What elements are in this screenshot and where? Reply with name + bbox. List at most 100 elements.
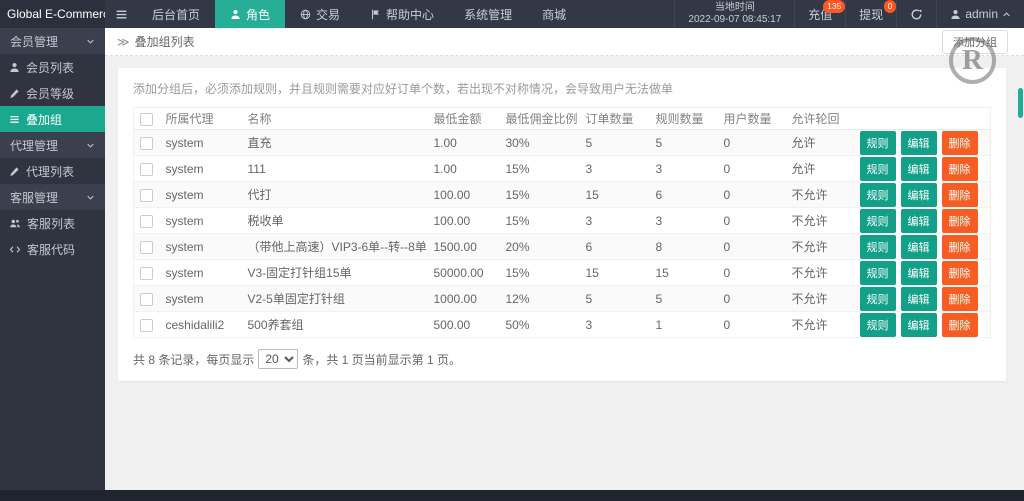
row-checkbox[interactable] (140, 292, 154, 306)
edit-button[interactable]: 编辑 (900, 260, 937, 285)
local-time: 当地时间 2022-09-07 08:45:17 (674, 0, 794, 28)
edit-button[interactable]: 编辑 (900, 182, 937, 207)
cell-orders: 3 (579, 311, 650, 338)
row-checkbox[interactable] (140, 188, 154, 202)
cell-min-amount: 1.00 (427, 155, 500, 182)
sidebar-group-header[interactable]: 会员管理 (0, 28, 105, 54)
delete-button[interactable]: 删除 (941, 182, 978, 207)
cell-orders: 5 (579, 129, 650, 156)
per-page-select[interactable]: 20 (258, 349, 299, 369)
recharge-button[interactable]: 充值 135 (794, 0, 846, 28)
sidebar-item[interactable]: 叠加组 (0, 106, 105, 132)
row-checkbox[interactable] (140, 136, 154, 150)
cell-min-amount: 1.00 (427, 129, 500, 156)
topbar-nav-item[interactable]: 后台首页 (137, 0, 215, 28)
delete-button[interactable]: 删除 (941, 130, 978, 155)
local-time-value: 2022-09-07 08:45:17 (688, 14, 782, 25)
rule-button[interactable]: 规则 (859, 286, 896, 311)
delete-button[interactable]: 删除 (941, 234, 978, 259)
sidebar-item[interactable]: 代理列表 (0, 158, 105, 184)
cell-agent: system (159, 259, 242, 286)
sidebar-item-label: 叠加组 (26, 112, 63, 127)
row-checkbox[interactable] (140, 214, 154, 228)
column-header: 规则数量 (649, 107, 718, 130)
sidebar-group-header[interactable]: 客服管理 (0, 184, 105, 210)
hamburger-menu-icon[interactable] (105, 0, 137, 28)
edit-button[interactable]: 编辑 (900, 234, 937, 259)
cell-users: 0 (717, 129, 786, 156)
scrollbar-thumb[interactable] (1018, 88, 1023, 118)
person-icon (950, 9, 961, 20)
sidebar-item[interactable]: 客服列表 (0, 210, 105, 236)
rule-button[interactable]: 规则 (859, 182, 896, 207)
sidebar-item[interactable]: 会员等级 (0, 80, 105, 106)
chevron-up-icon (1002, 10, 1011, 19)
local-time-label: 当地时间 (714, 1, 755, 13)
cell-orders: 15 (579, 259, 650, 286)
cell-users: 0 (717, 311, 786, 338)
edit-button[interactable]: 编辑 (900, 286, 937, 311)
cell-users: 0 (717, 259, 786, 286)
delete-button[interactable]: 删除 (941, 260, 978, 285)
sidebar-item[interactable]: 客服代码 (0, 236, 105, 262)
delete-button[interactable]: 删除 (941, 208, 978, 233)
cell-agent: system (159, 181, 242, 208)
sidebar-item-label: 客服列表 (27, 216, 76, 231)
refresh-button[interactable] (896, 0, 936, 28)
cell-orders: 3 (579, 207, 650, 234)
rule-button[interactable]: 规则 (859, 156, 896, 181)
sidebar-item-label: 代理列表 (26, 164, 75, 179)
topbar-nav-item[interactable]: 商城 (527, 0, 581, 28)
rule-button[interactable]: 规则 (859, 208, 896, 233)
delete-button[interactable]: 删除 (941, 156, 978, 181)
rule-button[interactable]: 规则 (859, 260, 896, 285)
nav-item-label: 商城 (542, 7, 567, 22)
cell-min-amount: 1000.00 (427, 285, 500, 312)
user-menu[interactable]: admin (936, 0, 1024, 28)
app-logo: Global E-Commerce... (0, 0, 105, 28)
withdraw-button[interactable]: 提现 0 (845, 0, 897, 28)
column-header: 订单数量 (579, 107, 650, 130)
group-table: 所属代理 名称 最低金额 最低佣金比例 订单数量 规则数量 用户数量 允许轮回 system 直… (133, 107, 991, 338)
topbar-nav-item[interactable]: 系统管理 (449, 0, 527, 28)
breadcrumb-arrow-icon: ≫ (117, 34, 130, 49)
table-body: system 直充 1.00 30% 5 5 0 允许 规则 编辑 删除 system 111 1.00 1… (133, 129, 991, 338)
rule-button[interactable]: 规则 (859, 234, 896, 259)
cell-min-amount: 100.00 (427, 207, 500, 234)
topbar-nav-item[interactable]: 角色 (215, 0, 286, 28)
nav-item-label: 交易 (316, 7, 341, 22)
topbar-nav: 后台首页 角色 交易 帮助中心 系统管理 商城 (137, 0, 581, 28)
rule-button[interactable]: 规则 (859, 312, 896, 337)
row-checkbox[interactable] (140, 162, 154, 176)
hint-text: 添加分组后，必须添加规则，并且规则需要对应好订单个数，若出现不对称情况，会导致用… (133, 82, 674, 96)
cell-min-commission: 50% (499, 311, 580, 338)
edit-button[interactable]: 编辑 (900, 130, 937, 155)
row-checkbox[interactable] (140, 318, 154, 332)
table-row: system 代打 100.00 15% 15 6 0 不允许 规则 编辑 删除 (133, 181, 991, 208)
rule-button[interactable]: 规则 (859, 130, 896, 155)
edit-button[interactable]: 编辑 (900, 312, 937, 337)
add-group-button[interactable]: 添加分组 (942, 29, 1008, 54)
cell-users: 0 (717, 233, 786, 260)
topbar-nav-item[interactable]: 帮助中心 (355, 0, 449, 28)
edit-button[interactable]: 编辑 (900, 156, 937, 181)
cell-cycle: 不允许 (785, 285, 858, 312)
withdraw-badge: 0 (883, 0, 897, 13)
cell-cycle: 不允许 (785, 181, 858, 208)
topbar: Global E-Commerce... 后台首页角色交易帮助中心系统管理商城 … (0, 0, 1024, 28)
row-checkbox[interactable] (140, 240, 154, 254)
select-all-checkbox[interactable] (140, 112, 154, 126)
delete-button[interactable]: 删除 (941, 312, 978, 337)
row-checkbox[interactable] (140, 266, 154, 280)
nav-item-label: 后台首页 (152, 7, 201, 22)
withdraw-label: 提现 (859, 7, 884, 22)
nav-item-label: 角色 (246, 7, 271, 22)
cell-orders: 5 (579, 285, 650, 312)
topbar-nav-item[interactable]: 交易 (285, 0, 355, 28)
chevron-down-icon (86, 141, 95, 150)
delete-button[interactable]: 删除 (941, 286, 978, 311)
nav-item-label: 系统管理 (464, 7, 513, 22)
edit-button[interactable]: 编辑 (900, 208, 937, 233)
sidebar-group-header[interactable]: 代理管理 (0, 132, 105, 158)
sidebar-item[interactable]: 会员列表 (0, 54, 105, 80)
